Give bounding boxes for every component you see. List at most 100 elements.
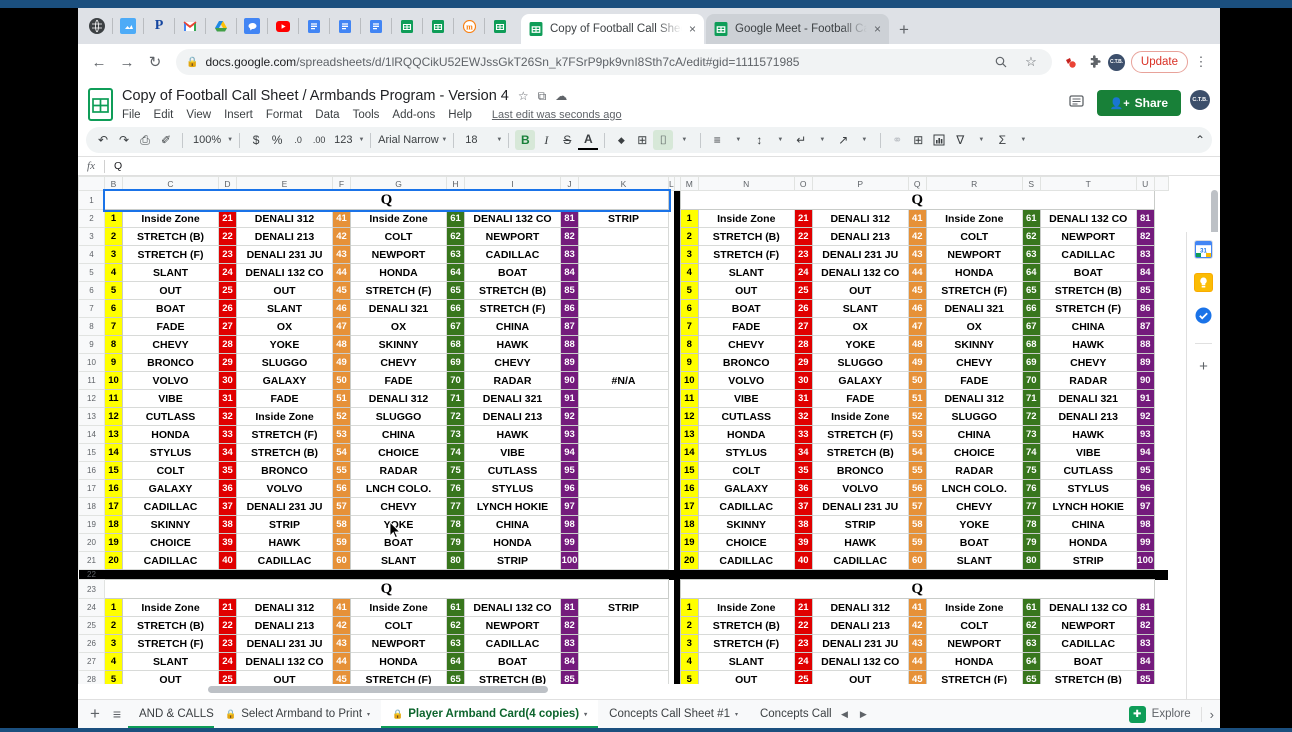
browser-menu-button[interactable]: ⋮ bbox=[1190, 51, 1212, 73]
armband-number[interactable]: 68 bbox=[1021, 335, 1041, 354]
page-title[interactable]: Copy of Football Call Sheet / Armbands P… bbox=[122, 88, 509, 104]
play-name[interactable]: SKINNY bbox=[122, 515, 219, 534]
armband-number[interactable]: 94 bbox=[1135, 443, 1155, 462]
play-name[interactable]: HAWK bbox=[464, 425, 561, 444]
row-header[interactable]: 3 bbox=[78, 227, 105, 246]
table-row[interactable]: 13 12 CUTLASS 32 Inside Zone 52 SLUGGO 72 DENALI… bbox=[78, 407, 1169, 426]
play-name[interactable]: DENALI 312 bbox=[236, 209, 333, 228]
armband-number[interactable]: 1 bbox=[679, 598, 699, 617]
play-name[interactable]: SKINNY bbox=[925, 335, 1023, 354]
google-calendar-icon[interactable]: 31 bbox=[1194, 240, 1213, 259]
expand-panel-button[interactable]: › bbox=[1200, 706, 1214, 722]
armband-number[interactable]: 6 bbox=[679, 299, 699, 318]
play-name[interactable] bbox=[578, 281, 669, 300]
chat-icon[interactable] bbox=[244, 18, 260, 34]
play-name[interactable]: GALAXY bbox=[236, 371, 333, 390]
play-name[interactable]: LYNCH HOKIE bbox=[1039, 497, 1137, 516]
armband-number[interactable]: 70 bbox=[446, 371, 465, 390]
armband-number[interactable]: 71 bbox=[446, 389, 465, 408]
scrollbar-thumb[interactable] bbox=[208, 686, 548, 693]
armband-number[interactable]: 87 bbox=[560, 317, 579, 336]
play-name[interactable]: LYNCH HOKIE bbox=[464, 497, 561, 516]
play-name[interactable] bbox=[578, 443, 669, 462]
armband-number[interactable]: 3 bbox=[104, 634, 123, 653]
play-name[interactable]: FADE bbox=[697, 317, 795, 336]
docs-icon-3[interactable] bbox=[368, 18, 384, 34]
corner-cell[interactable] bbox=[78, 176, 105, 191]
armband-number[interactable]: 37 bbox=[793, 497, 813, 516]
row-header[interactable]: 21 bbox=[78, 551, 105, 570]
play-name[interactable]: CHOICE bbox=[925, 443, 1023, 462]
armband-number[interactable]: 84 bbox=[560, 652, 579, 671]
play-name[interactable]: OX bbox=[236, 317, 333, 336]
armband-number[interactable]: 58 bbox=[332, 515, 351, 534]
play-name[interactable]: VOLVO bbox=[122, 371, 219, 390]
row-header[interactable]: 24 bbox=[78, 598, 105, 617]
play-name[interactable]: DENALI 132 CO bbox=[811, 652, 909, 671]
play-name[interactable]: DENALI 312 bbox=[236, 598, 333, 617]
column-header-D[interactable]: D bbox=[218, 176, 237, 191]
play-name[interactable]: BOAT bbox=[1039, 652, 1137, 671]
play-name[interactable]: RADAR bbox=[464, 371, 561, 390]
armband-number[interactable]: 30 bbox=[793, 371, 813, 390]
play-name[interactable] bbox=[578, 245, 669, 264]
play-name[interactable] bbox=[578, 634, 669, 653]
armband-number[interactable]: 87 bbox=[1135, 317, 1155, 336]
star-icon[interactable]: ☆ bbox=[1020, 51, 1042, 73]
armband-number[interactable]: 43 bbox=[907, 634, 927, 653]
armband-number[interactable]: 95 bbox=[560, 461, 579, 480]
play-name[interactable]: DENALI 132 CO bbox=[236, 652, 333, 671]
play-name[interactable]: Inside Zone bbox=[925, 598, 1023, 617]
play-name[interactable]: STYLUS bbox=[122, 443, 219, 462]
armband-number[interactable]: 84 bbox=[1135, 263, 1155, 282]
armband-number[interactable]: 13 bbox=[104, 425, 123, 444]
play-name[interactable]: CADILLAC bbox=[697, 497, 795, 516]
sheet-tab-concepts-2[interactable]: Concepts Call She bbox=[749, 700, 835, 729]
armband-number[interactable]: 81 bbox=[560, 598, 579, 617]
play-name[interactable]: CHEVY bbox=[697, 335, 795, 354]
row-header[interactable]: 10 bbox=[78, 353, 105, 372]
row-header[interactable]: 18 bbox=[78, 497, 105, 516]
armband-number[interactable]: 27 bbox=[793, 317, 813, 336]
armband-number[interactable]: 24 bbox=[218, 652, 237, 671]
play-name[interactable]: CHEVY bbox=[350, 353, 447, 372]
column-header-T[interactable]: T bbox=[1039, 176, 1137, 191]
play-name[interactable]: CADILLAC bbox=[1039, 634, 1137, 653]
column-header-Q[interactable]: Q bbox=[907, 176, 927, 191]
play-name[interactable]: NEWPORT bbox=[464, 616, 561, 635]
armband-number[interactable]: 70 bbox=[1021, 371, 1041, 390]
table-row[interactable]: 24 1 Inside Zone 21 DENALI 312 41 Inside Zone 6… bbox=[78, 598, 1169, 617]
armband-number[interactable]: 94 bbox=[560, 443, 579, 462]
armband-number[interactable]: 47 bbox=[907, 317, 927, 336]
play-name[interactable]: VIBE bbox=[122, 389, 219, 408]
comment-history-icon[interactable] bbox=[1066, 90, 1088, 112]
back-button[interactable]: ← bbox=[86, 49, 112, 75]
play-name[interactable]: CADILLAC bbox=[464, 245, 561, 264]
armband-number[interactable]: 10 bbox=[679, 371, 699, 390]
play-name[interactable]: RADAR bbox=[1039, 371, 1137, 390]
row-header[interactable]: 20 bbox=[78, 533, 105, 552]
armband-number[interactable]: 79 bbox=[1021, 533, 1041, 552]
armband-number[interactable]: 75 bbox=[446, 461, 465, 480]
globe-icon[interactable] bbox=[89, 18, 105, 34]
armband-number[interactable]: 48 bbox=[332, 335, 351, 354]
play-name[interactable]: SLANT bbox=[811, 299, 909, 318]
armband-number[interactable]: 44 bbox=[332, 652, 351, 671]
armband-number[interactable]: 74 bbox=[1021, 443, 1041, 462]
play-name[interactable]: DENALI 132 CO bbox=[464, 598, 561, 617]
row-header[interactable]: 8 bbox=[78, 317, 105, 336]
column-header-I[interactable]: I bbox=[464, 176, 561, 191]
play-name[interactable]: DENALI 132 CO bbox=[1039, 598, 1137, 617]
armband-number[interactable]: 31 bbox=[218, 389, 237, 408]
play-name[interactable]: STRETCH (F) bbox=[464, 299, 561, 318]
column-header-E[interactable]: E bbox=[236, 176, 333, 191]
armband-number[interactable]: 5 bbox=[679, 281, 699, 300]
add-sheet-button[interactable]: + bbox=[84, 703, 106, 725]
armband-number[interactable]: 1 bbox=[679, 209, 699, 228]
armband-number[interactable]: 6 bbox=[104, 299, 123, 318]
play-name[interactable]: COLT bbox=[925, 616, 1023, 635]
font-size-selector[interactable]: 18 ▼ bbox=[460, 134, 502, 146]
armband-number[interactable]: 44 bbox=[907, 263, 927, 282]
armband-number[interactable]: 16 bbox=[679, 479, 699, 498]
play-name[interactable]: FADE bbox=[236, 389, 333, 408]
